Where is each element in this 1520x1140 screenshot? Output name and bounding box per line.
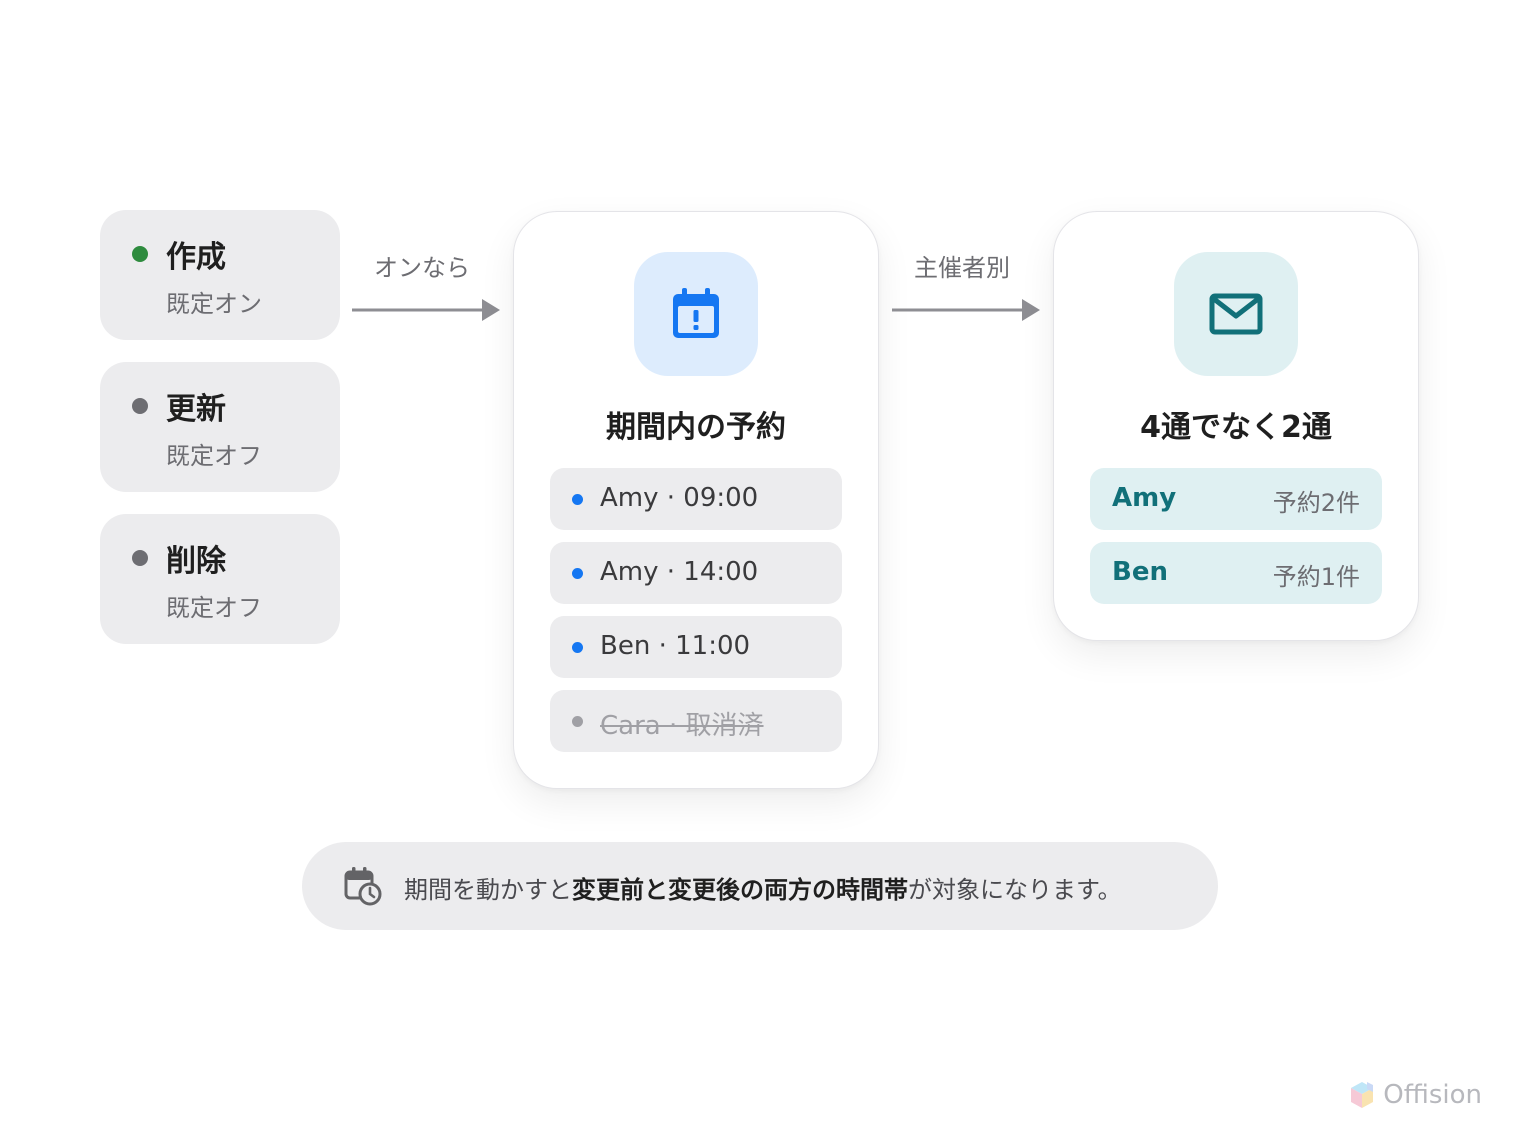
emails-card: 4通でなく2通 Amy 予約2件 Ben 予約1件 [1053,211,1419,641]
offision-logo-icon [1351,1082,1374,1108]
calendar-clock-icon [344,867,382,906]
trigger-card-delete: 削除 既定オフ [100,514,340,644]
status-dot [132,398,148,414]
booking-row: Ben · 11:00 [550,616,842,678]
status-dot [132,550,148,566]
booking-row-cancelled: Cara · 取消済 [550,690,842,752]
mail-icon [1209,293,1263,335]
booking-text: Cara · 取消済 [600,711,764,741]
booking-text: Amy · 14:00 [600,557,759,587]
booking-dot [572,568,583,579]
booking-text: Amy · 09:00 [600,483,759,513]
host-booking-count: 予約1件 [1272,563,1360,591]
host-name: Ben [1112,557,1168,587]
booking-row: Amy · 09:00 [550,468,842,530]
calendar-alert-icon [673,288,719,338]
trigger-card-create: 作成 既定オン [100,210,340,340]
diagram-stage: 作成 既定オン 更新 既定オフ 削除 既定オフ オンなら 期間内の予約 Amy … [0,0,1520,1140]
booking-dot [572,716,583,727]
booking-text: Ben · 11:00 [600,631,751,661]
trigger-title: 削除 [166,544,226,579]
footnote-prefix: 期間を動かすと [404,876,572,904]
booking-dot [572,494,583,505]
arrow-right-icon [352,299,500,321]
arrow-label-enabled: オンなら [374,254,470,282]
status-dot [132,246,148,262]
trigger-default: 既定オフ [166,594,262,622]
icon-tile [1174,252,1298,376]
booking-dot [572,642,583,653]
icon-tile [634,252,758,376]
footnote-suffix: が対象になります。 [908,876,1122,904]
trigger-title: 作成 [166,240,226,275]
host-row: Amy 予約2件 [1090,468,1382,530]
bookings-title: 期間内の予約 [606,410,786,445]
trigger-default: 既定オフ [166,442,262,470]
trigger-title: 更新 [166,392,226,427]
host-row: Ben 予約1件 [1090,542,1382,604]
footnote-text: 期間を動かすと変更前と変更後の両方の時間帯が対象になります。 [404,870,1122,905]
bookings-card: 期間内の予約 Amy · 09:00 Amy · 14:00 Ben · 11:… [513,211,879,789]
footnote-banner: 期間を動かすと変更前と変更後の両方の時間帯が対象になります。 [302,842,1218,930]
host-name: Amy [1112,483,1177,513]
trigger-card-update: 更新 既定オフ [100,362,340,492]
host-booking-count: 予約2件 [1272,489,1360,517]
brand-name: Offision [1383,1080,1482,1110]
arrow-right-icon [892,299,1040,321]
trigger-default: 既定オン [166,290,262,318]
arrow-label-per-host: 主催者別 [914,254,1010,282]
booking-row: Amy · 14:00 [550,542,842,604]
emails-title: 4通でなく2通 [1140,410,1332,445]
brand-watermark: Offision [1349,1080,1482,1110]
footnote-emphasis: 変更前と変更後の両方の時間帯 [572,876,908,904]
